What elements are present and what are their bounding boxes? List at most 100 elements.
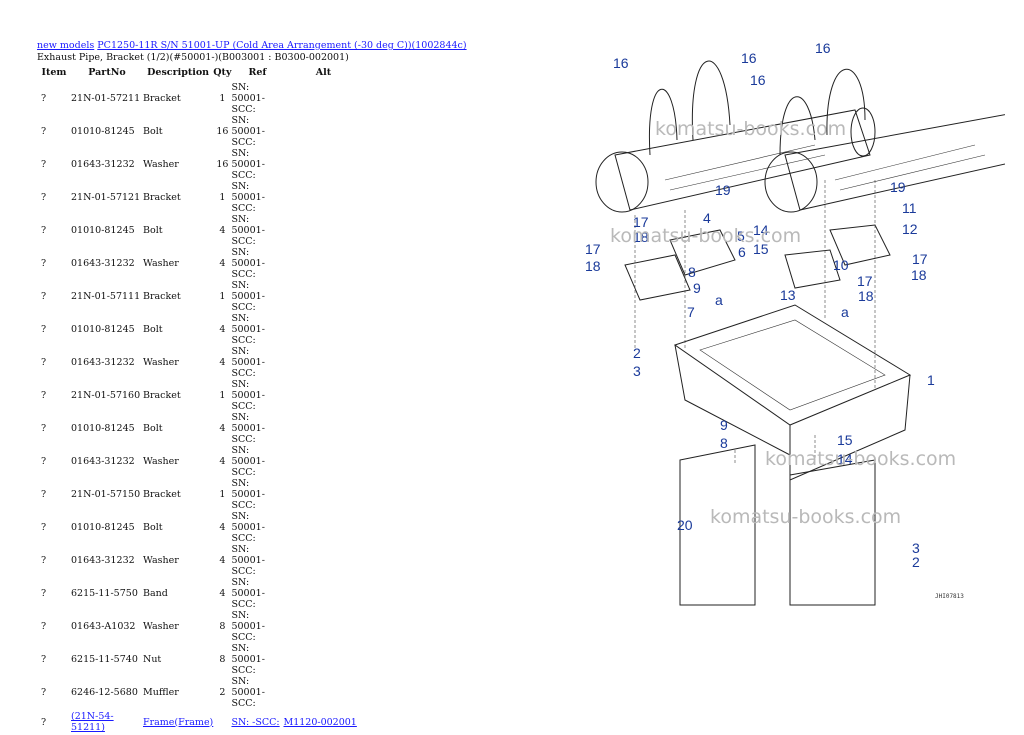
table-header-row: Item PartNo Description Qty Ref Alt — [37, 64, 363, 82]
cell-partno-text: 01010-81245 — [71, 126, 135, 137]
breadcrumb-link-new-models[interactable]: new models — [37, 40, 94, 51]
cell-description: Washer — [143, 544, 213, 577]
watermark-text: komatsu-books.com — [765, 448, 956, 470]
cell-ref: SN: 50001-SCC: — [231, 412, 283, 445]
cell-alt[interactable]: M1120-002001 — [283, 709, 363, 735]
cell-alt — [283, 214, 363, 247]
callout-label: 9 — [693, 280, 701, 296]
cell-item-text: ? — [41, 93, 47, 104]
cell-item: ? — [37, 82, 71, 115]
cell-item-text: ? — [41, 522, 47, 533]
table-row: ? 01643-31232 Washer 16 SN: 50001-SCC: — [37, 148, 363, 181]
cell-description: Bracket — [143, 379, 213, 412]
cell-qty-text: 8 — [219, 621, 226, 632]
cell-partno: 21N-01-57111 — [71, 280, 143, 313]
cell-partno: 21N-01-57211 — [71, 82, 143, 115]
cell-description: Band — [143, 577, 213, 610]
cell-description-text: Bolt — [143, 126, 163, 137]
cell-description: Bolt — [143, 214, 213, 247]
cell-description: Bolt — [143, 115, 213, 148]
cell-qty-text: 16 — [216, 126, 229, 137]
header-ref: Ref — [248, 66, 267, 78]
breadcrumb-link-model[interactable]: PC1250-11R S/N 51001-UP (Cold Area Arran… — [97, 40, 466, 51]
callout-label: 7 — [687, 304, 695, 320]
cell-item: ? — [37, 115, 71, 148]
cell-qty-text: 1 — [219, 192, 226, 203]
cell-qty: 8 — [213, 610, 231, 643]
cell-qty-text: 4 — [219, 324, 226, 335]
cell-partno: 01010-81245 — [71, 412, 143, 445]
cell-alt-text[interactable]: M1120-002001 — [283, 717, 356, 728]
table-row: ? 6215-11-5750 Band 4 SN: 50001-SCC: — [37, 577, 363, 610]
callout-label: 20 — [677, 517, 693, 533]
cell-qty: 4 — [213, 214, 231, 247]
cell-ref-text: SN: 50001-SCC: — [231, 445, 265, 478]
cell-qty: 4 — [213, 511, 231, 544]
cell-ref: SN: 50001-SCC: — [231, 181, 283, 214]
watermark-text: komatsu-books.com — [610, 225, 801, 247]
cell-qty: 8 — [213, 643, 231, 676]
table-row: ? 21N-01-57150 Bracket 1 SN: 50001-SCC: — [37, 478, 363, 511]
cell-item-text: ? — [41, 126, 47, 137]
cell-partno-text: 01643-31232 — [71, 555, 135, 566]
cell-qty: 4 — [213, 445, 231, 478]
cell-item-text: ? — [41, 489, 47, 500]
cell-partno: 01643-31232 — [71, 544, 143, 577]
cell-partno[interactable]: (21N-54-51211) — [71, 709, 143, 735]
table-row: ? 01010-81245 Bolt 4 SN: 50001-SCC: — [37, 412, 363, 445]
cell-ref-text: SN: 50001-SCC: — [231, 280, 265, 313]
cell-description: Bracket — [143, 82, 213, 115]
cell-ref-text: SN: 50001-SCC: — [231, 379, 265, 412]
table-row: ? 21N-01-57111 Bracket 1 SN: 50001-SCC: — [37, 280, 363, 313]
cell-qty-text: 4 — [219, 456, 226, 467]
cell-item-text: ? — [41, 159, 47, 170]
cell-partno-text: 21N-01-57111 — [71, 291, 141, 302]
cell-ref-text: SN: 50001-SCC: — [231, 610, 265, 643]
cell-alt — [283, 478, 363, 511]
cell-partno: 01643-31232 — [71, 346, 143, 379]
cell-ref-text[interactable]: SN: -SCC: — [231, 717, 279, 728]
cell-item-text: ? — [41, 192, 47, 203]
cell-item: ? — [37, 544, 71, 577]
cell-qty: 1 — [213, 478, 231, 511]
cell-ref: SN: 50001-SCC: — [231, 115, 283, 148]
cell-item-text: ? — [41, 716, 47, 728]
callout-label: 11 — [902, 200, 917, 216]
cell-qty: 2 — [213, 676, 231, 709]
breadcrumb: new models PC1250-11R S/N 51001-UP (Cold… — [37, 40, 467, 52]
cell-description-text: Bolt — [143, 225, 163, 236]
drawing-code: JHI07813 — [935, 593, 964, 600]
table-row: ? 21N-01-57160 Bracket 1 SN: 50001-SCC: — [37, 379, 363, 412]
cell-ref-text: SN: 50001-SCC: — [231, 82, 265, 115]
cell-item-text: ? — [41, 687, 47, 698]
cell-ref: SN: 50001-SCC: — [231, 643, 283, 676]
cell-ref[interactable]: SN: -SCC: — [231, 709, 283, 735]
table-row: ? 01010-81245 Bolt 4 SN: 50001-SCC: — [37, 313, 363, 346]
cell-partno: 01643-31232 — [71, 247, 143, 280]
cell-description[interactable]: Frame(Frame) — [143, 709, 213, 735]
cell-alt — [283, 676, 363, 709]
cell-partno-text[interactable]: (21N-54-51211) — [71, 711, 114, 733]
cell-ref-text: SN: 50001-SCC: — [231, 247, 265, 280]
cell-item-text: ? — [41, 291, 47, 302]
cell-description-text: Washer — [143, 555, 179, 566]
callout-label: 16 — [750, 72, 766, 88]
cell-qty: 16 — [213, 115, 231, 148]
cell-item-text: ? — [41, 357, 47, 368]
callout-label: 17 — [585, 241, 601, 257]
table-row: ? 01643-31232 Washer 4 SN: 50001-SCC: — [37, 544, 363, 577]
cell-partno-text: 01010-81245 — [71, 522, 135, 533]
cell-description-text[interactable]: Frame(Frame) — [143, 717, 213, 728]
cell-alt — [283, 82, 363, 115]
cell-alt — [283, 313, 363, 346]
cell-partno: 6215-11-5750 — [71, 577, 143, 610]
cell-description: Nut — [143, 643, 213, 676]
cell-ref-text: SN: 50001-SCC: — [231, 214, 265, 247]
parts-table: Item PartNo Description Qty Ref Alt ? 21N… — [37, 64, 363, 735]
cell-ref: SN: 50001-SCC: — [231, 478, 283, 511]
callout-label: a — [841, 304, 849, 320]
cell-ref: SN: 50001-SCC: — [231, 676, 283, 709]
cell-partno-text: 6215-11-5740 — [71, 654, 138, 665]
cell-ref: SN: 50001-SCC: — [231, 313, 283, 346]
cell-description-text: Washer — [143, 621, 179, 632]
